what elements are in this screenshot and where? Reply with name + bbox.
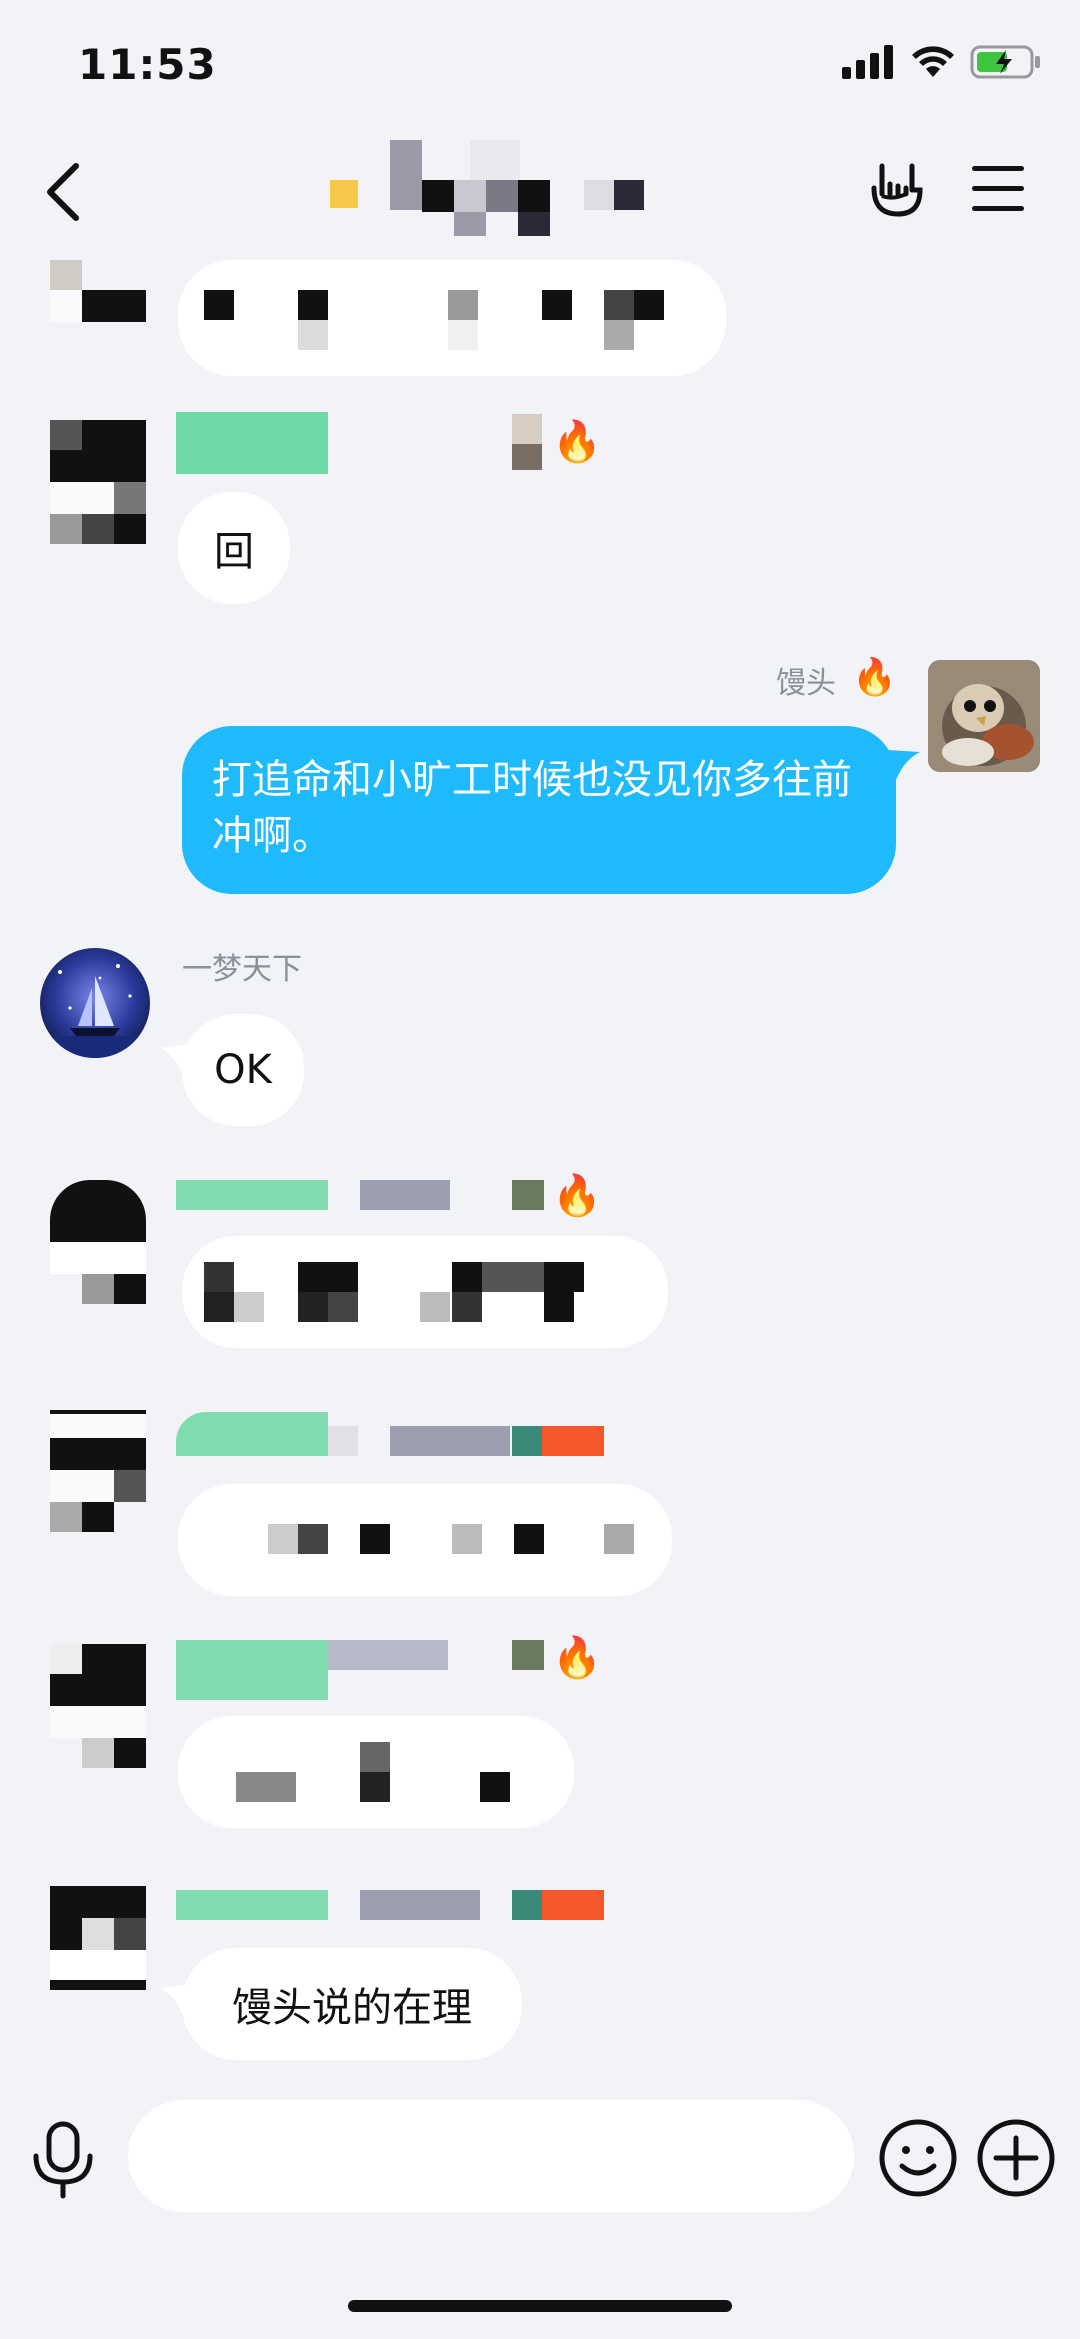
- avatar-redacted: [50, 1180, 146, 1304]
- plus-circle-icon[interactable]: [976, 2118, 1056, 2198]
- message-text: 馒头说的在理: [232, 1985, 472, 2031]
- battery-icon: [970, 45, 1040, 79]
- message-bubble-redacted: [182, 1236, 668, 1348]
- message-row: 一梦天下 OK: [0, 940, 1080, 1140]
- message-text: 回: [214, 529, 254, 575]
- message-row: [0, 250, 1080, 390]
- message-bubble-redacted: [178, 1716, 574, 1828]
- avatar-redacted: [50, 1410, 146, 1532]
- message-input[interactable]: [128, 2100, 854, 2212]
- hamburger-menu-icon[interactable]: [972, 164, 1024, 214]
- sender-name: 一梦天下: [182, 952, 302, 987]
- avatar-redacted: [50, 1644, 146, 1768]
- message-bubble: OK: [182, 1014, 304, 1126]
- message-row-outgoing: 馒头 🔥 打追命和小旷工时候也没见你多往前冲啊。: [0, 650, 1080, 910]
- chat-input-bar: [0, 2080, 1080, 2240]
- message-row: 🔥: [0, 1635, 1080, 1836]
- sender-name: 馒头: [776, 666, 836, 701]
- message-bubble: 馒头说的在理: [182, 1948, 522, 2060]
- message-bubble-redacted: [178, 1484, 672, 1596]
- avatar[interactable]: [40, 948, 150, 1058]
- avatar-redacted: [50, 260, 146, 370]
- fire-icon: 🔥: [852, 657, 897, 698]
- message-row: 馒头说的在理: [0, 1884, 1080, 2084]
- message-text: OK: [214, 1047, 272, 1093]
- group-title-redacted: [320, 140, 720, 236]
- fire-icon: 🔥: [552, 419, 602, 465]
- message-bubble-redacted: [178, 260, 726, 376]
- rock-hand-icon[interactable]: [868, 160, 928, 220]
- cellular-signal-icon: [842, 45, 893, 79]
- microphone-icon[interactable]: [30, 2120, 96, 2200]
- message-bubble-outgoing: 打追命和小旷工时候也没见你多往前冲啊。: [182, 726, 896, 894]
- message-bubble: 回: [178, 492, 290, 604]
- message-row: [0, 1400, 1080, 1610]
- message-row: 🔥 回: [0, 410, 1080, 620]
- avatar-bird-image: [928, 660, 1040, 772]
- bubble-tail: [886, 750, 920, 780]
- status-icons: [842, 44, 1042, 80]
- message-row: 🔥: [0, 1173, 1080, 1366]
- avatar-redacted: [50, 420, 146, 546]
- fire-icon: 🔥: [552, 1173, 602, 1219]
- home-indicator[interactable]: [348, 2300, 732, 2312]
- smiley-icon[interactable]: [878, 2118, 958, 2198]
- status-bar: 11:53: [0, 0, 1080, 130]
- sender-name-redacted: [176, 412, 328, 474]
- status-time: 11:53: [78, 40, 217, 89]
- wifi-icon: [912, 46, 954, 77]
- avatar[interactable]: [928, 660, 1040, 772]
- fire-icon: 🔥: [552, 1635, 602, 1681]
- chat-header: [0, 130, 1080, 250]
- avatar-night-sailboat-image: [40, 948, 150, 1058]
- chevron-left-icon[interactable]: [40, 160, 84, 224]
- avatar-redacted: [50, 1886, 146, 1998]
